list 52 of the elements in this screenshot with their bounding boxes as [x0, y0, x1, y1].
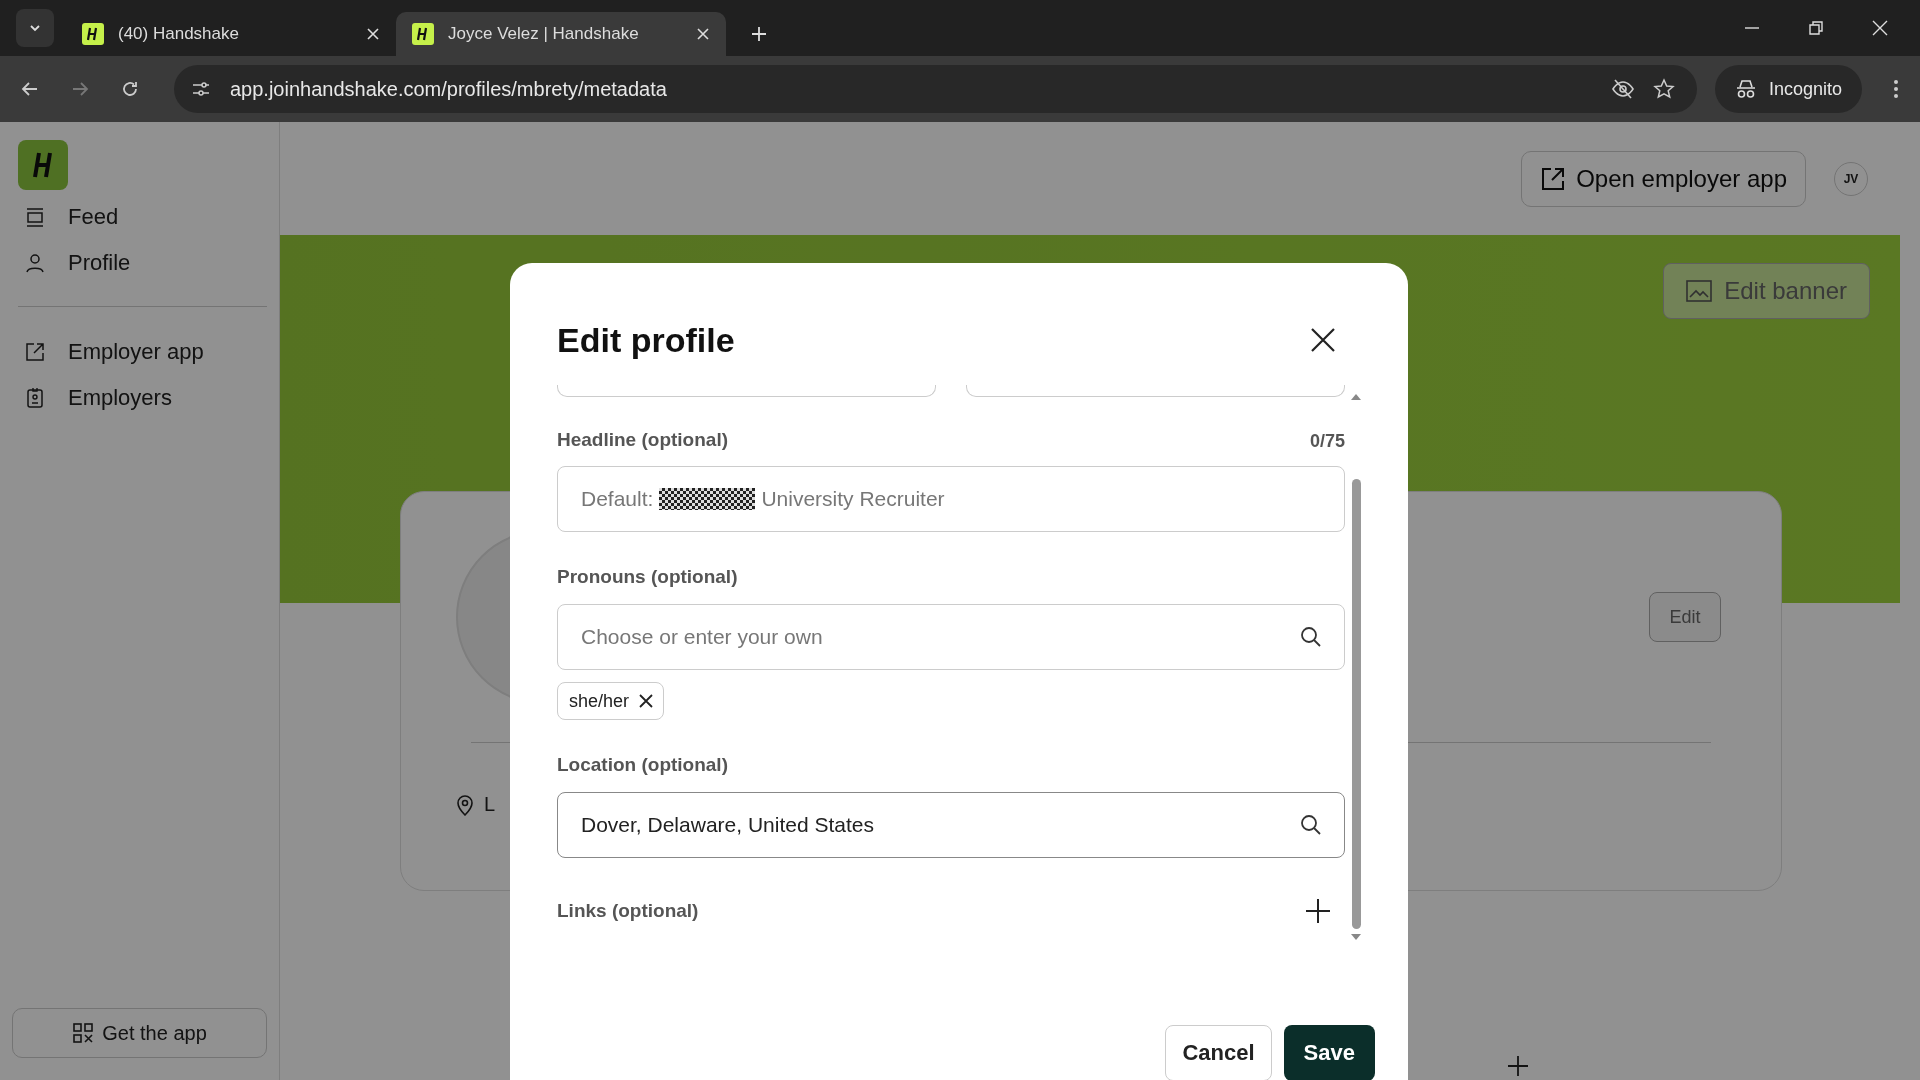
plus-icon[interactable]: [1305, 898, 1331, 924]
sidebar-item[interactable]: Employers: [18, 375, 267, 421]
sidebar-item[interactable]: Profile: [18, 240, 267, 286]
external-link-icon: [1540, 165, 1567, 192]
headline-field[interactable]: Default: University Recruiter: [557, 466, 1345, 532]
pronouns-field[interactable]: Choose or enter your own: [557, 604, 1345, 670]
field-label: Pronouns (optional): [557, 566, 738, 588]
search-icon: [1299, 625, 1323, 649]
cancel-button[interactable]: Cancel: [1165, 1025, 1272, 1080]
field-label: Headline (optional): [557, 428, 728, 451]
scroll-up-icon[interactable]: [1350, 393, 1362, 401]
reload-icon[interactable]: [120, 79, 140, 99]
get-the-app-button[interactable]: Get the app: [12, 1008, 267, 1058]
close-icon[interactable]: [1309, 326, 1337, 354]
more-options-icon[interactable]: [1892, 78, 1900, 100]
star-icon[interactable]: [1652, 78, 1675, 100]
sidebar-item[interactable]: Feed: [18, 194, 267, 240]
location-field[interactable]: Dover, Delaware, United States: [557, 792, 1345, 858]
eye-slash-icon[interactable]: [1610, 78, 1635, 100]
sidebar-item[interactable]: Employer app: [18, 329, 267, 375]
remove-icon[interactable]: [639, 694, 654, 708]
person-icon: [24, 252, 46, 274]
external-link-icon: [24, 341, 46, 363]
location-pin-icon: [456, 793, 474, 816]
location-text: L: [484, 793, 496, 816]
edit-button[interactable]: Edit: [1649, 592, 1721, 642]
logo-icon: [412, 23, 434, 45]
url-text: app.joinhandshake.com/profiles/mbrety/metadata: [230, 77, 667, 101]
restore-icon[interactable]: [1808, 20, 1824, 36]
image-icon: [1686, 280, 1713, 302]
field-label: Links (optional): [557, 900, 699, 922]
open-employer-app-button[interactable]: Open employer app: [1521, 150, 1806, 207]
chip-text: she/her: [569, 690, 630, 712]
incognito-button[interactable]: Incognito: [1714, 65, 1862, 113]
browser-tab[interactable]: (40) Handshake: [66, 12, 396, 56]
field-label: Location (optional): [557, 754, 728, 776]
character-counter: 0/75: [1309, 431, 1345, 452]
scroll-down-icon[interactable]: [1350, 933, 1362, 941]
feed-icon: [24, 206, 46, 228]
save-button[interactable]: Save: [1283, 1025, 1375, 1080]
browser-tab[interactable]: Joyce Velez | Handshake: [396, 12, 726, 56]
pronoun-chip[interactable]: she/her: [557, 682, 665, 720]
dialog-title: Edit profile: [557, 320, 735, 360]
handshake-logo[interactable]: [18, 140, 68, 190]
logo-icon: [82, 23, 104, 45]
incognito-icon: [1734, 79, 1757, 99]
search-icon: [1299, 813, 1323, 837]
address-bar[interactable]: app.joinhandshake.com/profiles/mbrety/metadata: [174, 65, 1697, 113]
plus-icon[interactable]: [1506, 1054, 1530, 1078]
qr-code-icon: [72, 1022, 95, 1044]
site-settings-icon[interactable]: [190, 79, 212, 99]
id-badge-icon: [24, 387, 46, 409]
